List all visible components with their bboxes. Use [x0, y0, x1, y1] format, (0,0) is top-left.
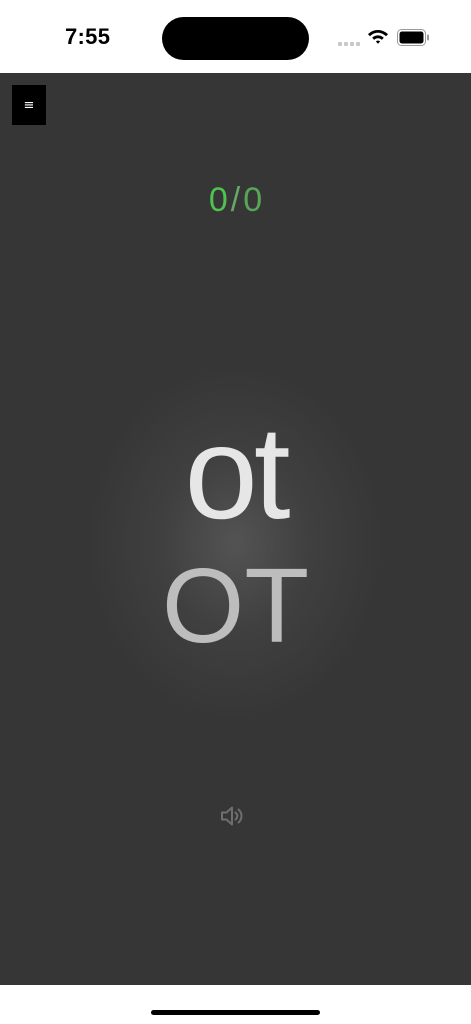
- score-counter: 0/0: [0, 181, 471, 220]
- speaker-button[interactable]: [218, 804, 246, 830]
- card-lowercase-word[interactable]: ot: [0, 403, 471, 543]
- home-area: [0, 985, 471, 1024]
- score-total: 0: [243, 181, 263, 219]
- score-separator: /: [230, 181, 241, 219]
- hamburger-icon: ≡: [23, 97, 35, 113]
- card-uppercase-word[interactable]: OT: [0, 551, 471, 661]
- menu-button[interactable]: ≡: [12, 85, 46, 125]
- battery-icon: [397, 29, 429, 46]
- flashcard-screen: ≡ 0/0 ot OT: [0, 73, 471, 985]
- status-time: 7:55: [65, 24, 111, 49]
- wifi-icon: [368, 30, 388, 44]
- home-indicator[interactable]: [151, 1010, 320, 1015]
- cell-signal-icon: [338, 40, 362, 46]
- score-correct: 0: [208, 181, 228, 219]
- status-bar: 7:55: [0, 0, 471, 73]
- dynamic-island: [162, 17, 309, 60]
- speaker-icon: [221, 806, 243, 826]
